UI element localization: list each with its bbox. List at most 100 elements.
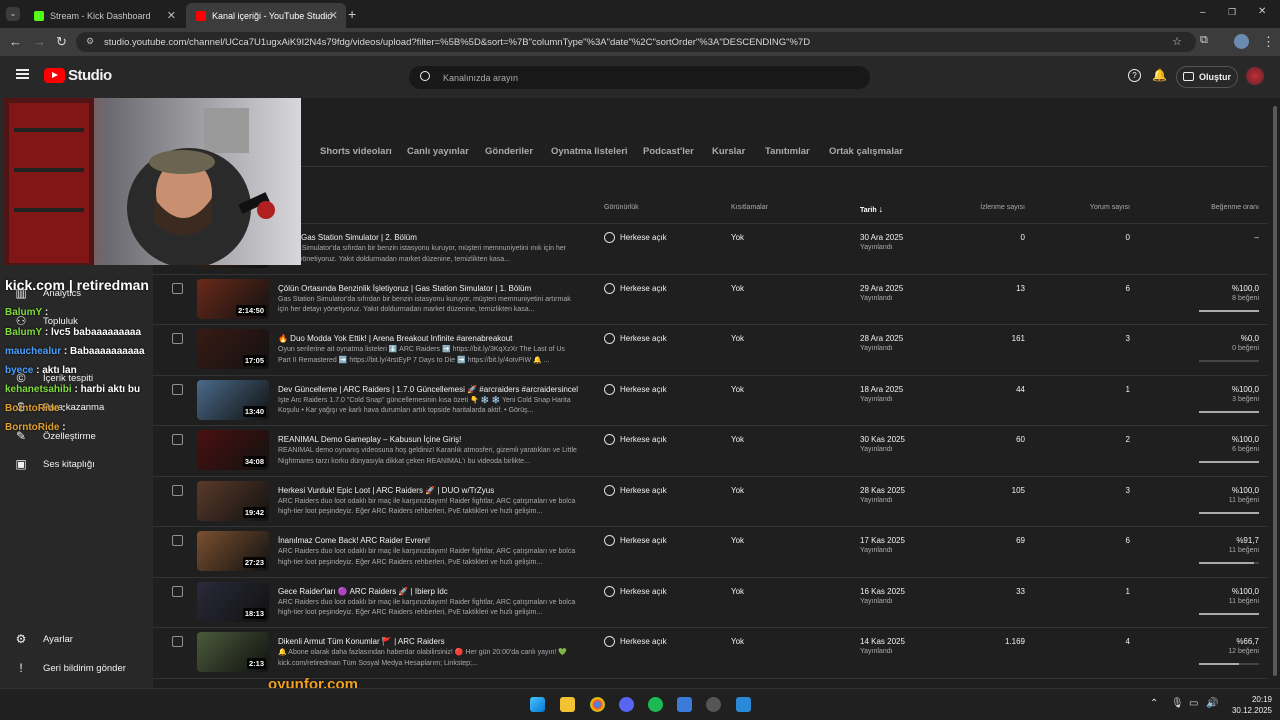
visibility-selector[interactable]: Herkese açık: [604, 585, 667, 597]
table-row[interactable]: 19:42 Herkesi Vurduk! Epic Loot | ARC Ra…: [153, 477, 1268, 527]
maximize-icon[interactable]: ❐: [1228, 7, 1236, 18]
minimize-icon[interactable]: –: [1200, 7, 1206, 18]
visibility-selector[interactable]: Herkese açık: [604, 434, 667, 445]
video-title[interactable]: Çölün Ortasında Benzinlik İşletiyoruz | …: [278, 284, 578, 293]
video-thumbnail[interactable]: 2:14:50: [197, 278, 269, 319]
tray-chevron-icon[interactable]: ⌃: [1150, 698, 1158, 709]
column-restrictions[interactable]: Kısıtlamalar: [731, 204, 768, 211]
notifications-bell-icon[interactable]: 🔔: [1152, 68, 1167, 82]
visibility-selector[interactable]: Herkese açık: [604, 333, 667, 344]
chrome-icon[interactable]: [590, 697, 605, 712]
photos-icon[interactable]: [677, 697, 692, 712]
row-checkbox[interactable]: [172, 484, 183, 496]
row-checkbox[interactable]: [172, 636, 183, 647]
table-row[interactable]: 2:14:50 Çölün Ortasında Benzinlik İşleti…: [153, 275, 1268, 325]
column-visibility[interactable]: Görünürlük: [604, 204, 639, 211]
row-checkbox[interactable]: [172, 333, 183, 344]
microphone-icon[interactable]: 🎙: [1171, 698, 1184, 709]
video-thumbnail[interactable]: 13:40: [197, 379, 269, 420]
sidebar-item-settings[interactable]: ⚙ Ayarlar: [14, 632, 73, 646]
visibility-selector[interactable]: Herkese açık: [604, 535, 667, 546]
create-button[interactable]: Oluştur: [1176, 66, 1238, 88]
column-date[interactable]: Tarih ↓: [860, 204, 883, 214]
tab-content-3[interactable]: Oynatma listeleri: [551, 146, 628, 157]
tab-content-5[interactable]: Kurslar: [712, 146, 745, 157]
reload-icon[interactable]: ↻: [56, 34, 67, 50]
studio-logo[interactable]: Studio: [44, 67, 112, 84]
table-row[interactable]: 18:13 Gece Raider'ları 🟣 ARC Raiders 🚀 |…: [153, 578, 1268, 628]
visibility-selector[interactable]: Herkese açık: [604, 383, 667, 395]
browser-menu-icon[interactable]: ⋮: [1262, 34, 1275, 50]
table-row[interactable]: 27:23 İnanılmaz Come Back! ARC Raider Ev…: [153, 527, 1268, 578]
column-comments[interactable]: Yorum sayısı: [1090, 204, 1130, 211]
new-tab-icon[interactable]: +: [348, 6, 356, 22]
column-views[interactable]: İzlenme sayısı: [980, 204, 1025, 211]
row-checkbox[interactable]: [172, 383, 183, 395]
visibility-selector[interactable]: Herkese açık: [604, 636, 667, 647]
table-row[interactable]: 2:13 Dikenli Armut Tüm Konumlar 🚩 | ARC …: [153, 628, 1268, 679]
visibility-selector[interactable]: Herkese açık: [604, 484, 667, 496]
close-tab-icon[interactable]: ✕: [329, 9, 338, 22]
table-row[interactable]: 34:08 REANIMAL Demo Gameplay – Kabusun İ…: [153, 426, 1268, 477]
tab-content-0[interactable]: Shorts videoları: [320, 146, 392, 157]
network-icon[interactable]: ▭: [1189, 698, 1198, 709]
row-checkbox[interactable]: [172, 535, 183, 546]
close-window-icon[interactable]: ✕: [1258, 6, 1266, 17]
sidebar-item-audio-library[interactable]: ▣ Ses kitaplığı: [14, 457, 94, 471]
channel-avatar[interactable]: [1246, 67, 1264, 85]
page-scrollbar[interactable]: [1272, 98, 1278, 688]
back-icon[interactable]: ←: [9, 34, 22, 49]
video-title[interactable]: Kralı | Gas Station Simulator | 2. Bölüm: [278, 233, 578, 242]
file-explorer-icon[interactable]: [560, 697, 575, 712]
tab-content-2[interactable]: Gönderiler: [485, 146, 533, 157]
visibility-selector[interactable]: Herkese açık: [604, 232, 667, 243]
visibility-selector[interactable]: Herkese açık: [604, 282, 667, 294]
spotify-icon[interactable]: [648, 697, 663, 712]
url-field[interactable]: ⚙ studio.youtube.com/channel/UCca7U1ugxA…: [76, 32, 1196, 52]
clock[interactable]: 20:19 30.12.2025: [1226, 694, 1272, 716]
video-title[interactable]: Dev Güncelleme | ARC Raiders | 1.7.0 Gün…: [278, 385, 578, 394]
video-thumbnail[interactable]: 34:08: [197, 430, 269, 470]
tab-kick[interactable]: Stream - Kick Dashboard ✕: [24, 3, 184, 28]
row-checkbox[interactable]: [172, 434, 183, 445]
video-thumbnail[interactable]: 19:42: [197, 480, 269, 521]
tab-content-1[interactable]: Canlı yayınlar: [407, 146, 469, 157]
video-title[interactable]: İnanılmaz Come Back! ARC Raider Evreni!: [278, 536, 578, 545]
video-thumbnail[interactable]: 27:23: [197, 531, 269, 571]
video-duration: 2:14:50: [236, 304, 266, 316]
discord-icon[interactable]: [619, 697, 634, 712]
video-title[interactable]: 🔥 Duo Modda Yok Ettik! | Arena Breakout …: [278, 334, 578, 343]
volume-icon[interactable]: 🔊: [1206, 698, 1218, 709]
tab-content-4[interactable]: Podcast'ler: [643, 146, 694, 157]
forward-icon[interactable]: →: [33, 34, 46, 49]
video-thumbnail[interactable]: 18:13: [197, 581, 269, 622]
obs-icon[interactable]: [706, 697, 721, 712]
table-row[interactable]: 17:05 🔥 Duo Modda Yok Ettik! | Arena Bre…: [153, 325, 1268, 376]
video-thumbnail[interactable]: 17:05: [197, 329, 269, 369]
tab-youtube-studio[interactable]: Kanal içeriği - YouTube Studio ✕: [186, 3, 346, 28]
tab-content-7[interactable]: Ortak çalışmalar: [829, 146, 903, 157]
row-checkbox[interactable]: [172, 585, 183, 597]
video-title[interactable]: Gece Raider'ları 🟣 ARC Raiders 🚀 | Ibier…: [278, 587, 578, 596]
video-title[interactable]: REANIMAL Demo Gameplay – Kabusun İçine G…: [278, 435, 578, 444]
profile-avatar[interactable]: [1234, 34, 1249, 49]
tab-search-icon[interactable]: ⌄: [6, 7, 20, 21]
site-info-icon[interactable]: ⚙: [86, 36, 94, 47]
row-checkbox[interactable]: [172, 282, 183, 294]
bookmark-star-icon[interactable]: ☆: [1172, 35, 1182, 48]
sidebar-item-feedback[interactable]: ! Geri bildirim gönder: [14, 661, 126, 675]
video-title[interactable]: Dikenli Armut Tüm Konumlar 🚩 | ARC Raide…: [278, 637, 578, 646]
help-icon[interactable]: ?: [1128, 69, 1141, 82]
hamburger-menu-icon[interactable]: [16, 69, 29, 79]
close-tab-icon[interactable]: ✕: [167, 9, 176, 22]
start-menu-icon[interactable]: [530, 697, 545, 712]
extensions-icon[interactable]: ⧉: [1200, 34, 1208, 47]
table-row[interactable]: Kralı | Gas Station Simulator | 2. Bölüm…: [153, 224, 1268, 275]
channel-search-input[interactable]: Kanalınızda arayın: [409, 66, 870, 89]
video-title[interactable]: Herkesi Vurduk! Epic Loot | ARC Raiders …: [278, 486, 578, 495]
column-likes[interactable]: Beğenme oranı: [1211, 204, 1259, 211]
tab-content-6[interactable]: Tanıtımlar: [765, 146, 810, 157]
video-thumbnail[interactable]: 2:13: [197, 632, 269, 672]
app-icon[interactable]: [736, 697, 751, 712]
table-row[interactable]: 13:40 Dev Güncelleme | ARC Raiders | 1.7…: [153, 376, 1268, 426]
